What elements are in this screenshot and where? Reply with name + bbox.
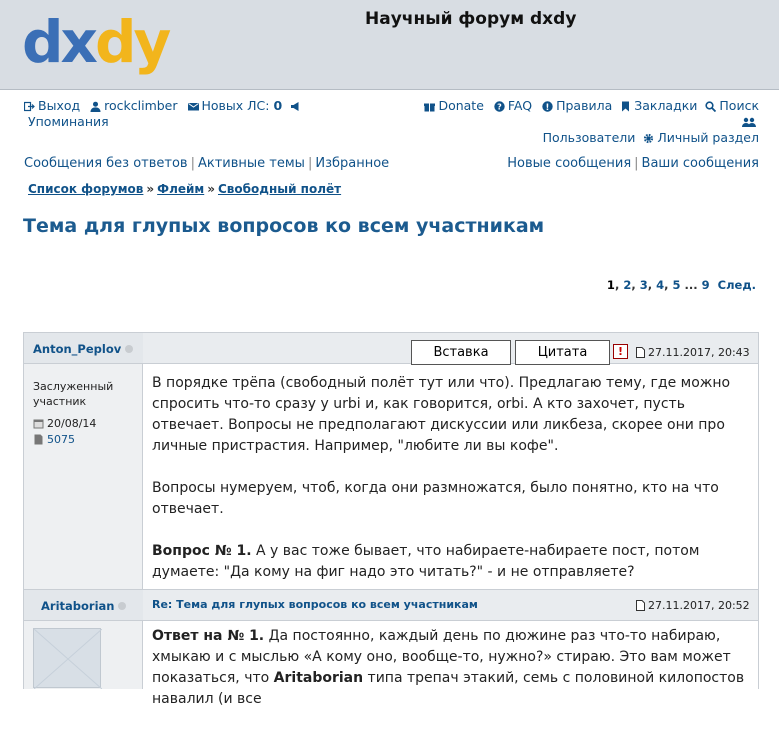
post-paragraph: Вопросы нумеруем, чтоб, когда они размно… xyxy=(152,480,719,517)
next-page-link[interactable]: След. xyxy=(718,278,756,292)
envelope-icon xyxy=(187,101,199,111)
topic-title[interactable]: Тема для глупых вопросов ко всем участни… xyxy=(23,215,544,237)
faq-link[interactable]: ? FAQ xyxy=(494,98,532,113)
user-profile-link[interactable]: rockclimber xyxy=(90,98,181,113)
logout-icon xyxy=(24,101,35,112)
megaphone-icon[interactable] xyxy=(290,101,301,111)
site-title: Научный форум dxdy xyxy=(365,9,577,29)
post: Anton_Peplov Заслуженный участник 20/08/1… xyxy=(23,332,759,589)
rules-link[interactable]: ! Правила xyxy=(542,98,612,113)
page-link[interactable]: 5 xyxy=(672,278,680,292)
user-rank: Заслуженный участник xyxy=(33,380,114,408)
donate-link[interactable]: Donate xyxy=(424,98,484,113)
favorites-link[interactable]: Избранное xyxy=(315,156,389,171)
site-logo[interactable]: dxdy xyxy=(22,2,171,82)
breadcrumb: Список форумов» Флейм» Свободный полёт xyxy=(28,182,342,196)
exclamation-icon: ! xyxy=(542,101,553,112)
unanswered-link[interactable]: Сообщения без ответов xyxy=(24,156,188,171)
site-nav: Donate ? FAQ ! Правила Закладки Поиск Поль… xyxy=(416,98,759,146)
mentions-link[interactable]: Упоминания xyxy=(28,114,109,129)
post-paragraph: Ответ на № 1. Да постоянно, каждый день … xyxy=(152,628,745,707)
gear-icon xyxy=(643,133,654,144)
quick-links-left: Сообщения без ответов | Активные темы | Избр… xyxy=(24,156,390,171)
new-posts-link[interactable]: Новые сообщения xyxy=(507,156,631,171)
post-link-icon xyxy=(636,600,645,611)
svg-text:!: ! xyxy=(546,103,550,112)
users-icon[interactable] xyxy=(742,117,756,127)
avatar xyxy=(33,628,103,690)
user-nav: Выход rockclimber Новых ЛС: 0 Упоминания xyxy=(24,98,304,130)
post: Aritaborian Re: Тема для глупых вопросов… xyxy=(23,589,759,707)
post-profile xyxy=(24,333,143,589)
svg-text:?: ? xyxy=(497,103,502,112)
breadcrumb-forum-index[interactable]: Список форумов xyxy=(28,182,143,196)
calendar-icon xyxy=(33,418,44,429)
bookmarks-link[interactable]: Закладки xyxy=(620,98,697,113)
post-paragraph: В порядке трёпа (свободный полёт тут или… xyxy=(152,375,731,454)
post-author[interactable]: Aritaborian xyxy=(41,599,127,613)
offline-status-icon xyxy=(118,602,127,610)
logout-link[interactable]: Выход xyxy=(24,98,84,113)
post-content: В порядке трёпа (свободный полёт тут или… xyxy=(152,373,748,604)
active-topics-link[interactable]: Активные темы xyxy=(198,156,305,171)
pm-count: 0 xyxy=(273,98,283,113)
post-date[interactable]: 27.11.2017, 20:52 xyxy=(636,599,750,612)
offline-status-icon xyxy=(125,345,134,353)
report-button[interactable]: ! xyxy=(613,344,628,359)
ucp-link[interactable]: Личный раздел xyxy=(643,130,759,145)
join-date: 20/08/14 xyxy=(33,416,96,432)
post-count[interactable]: 5075 xyxy=(33,432,75,448)
quick-links-right: Новые сообщения | Ваши сообщения xyxy=(507,156,759,171)
page-link[interactable]: 4 xyxy=(656,278,664,292)
gift-icon xyxy=(424,101,436,112)
document-icon xyxy=(33,434,44,445)
page-current: 1 xyxy=(606,278,615,292)
breadcrumb-flame[interactable]: Флейм xyxy=(157,182,204,196)
members-link[interactable]: Пользователи xyxy=(543,130,636,145)
page-link[interactable]: 9 xyxy=(702,278,710,292)
post-paragraph: Вопрос № 1. А у вас тоже бывает, что наб… xyxy=(152,543,700,580)
question-icon: ? xyxy=(494,101,505,112)
post-content: Ответ на № 1. Да постоянно, каждый день … xyxy=(152,626,748,731)
post-date[interactable]: 27.11.2017, 20:43 xyxy=(636,346,750,359)
site-header: dxdy Научный форум dxdy xyxy=(0,0,779,90)
private-messages-link[interactable]: Новых ЛС: 0 xyxy=(187,98,287,113)
search-link[interactable]: Поиск xyxy=(705,98,759,113)
page-link[interactable]: 3 xyxy=(640,278,648,292)
pagination: 1, 2, 3, 4, 5 ... 9 След. xyxy=(606,278,756,292)
bookmark-icon xyxy=(620,101,631,112)
post-link-icon xyxy=(636,347,645,358)
post-author[interactable]: Anton_Peplov xyxy=(33,342,134,356)
user-icon xyxy=(90,101,101,112)
breadcrumb-free-flight[interactable]: Свободный полёт xyxy=(218,182,341,196)
post-title[interactable]: Re: Тема для глупых вопросов ко всем уча… xyxy=(152,598,478,611)
search-icon xyxy=(705,101,717,112)
insert-button[interactable]: Вставка xyxy=(411,340,511,365)
quote-button[interactable]: Цитата xyxy=(515,340,610,365)
own-posts-link[interactable]: Ваши сообщения xyxy=(642,156,759,171)
